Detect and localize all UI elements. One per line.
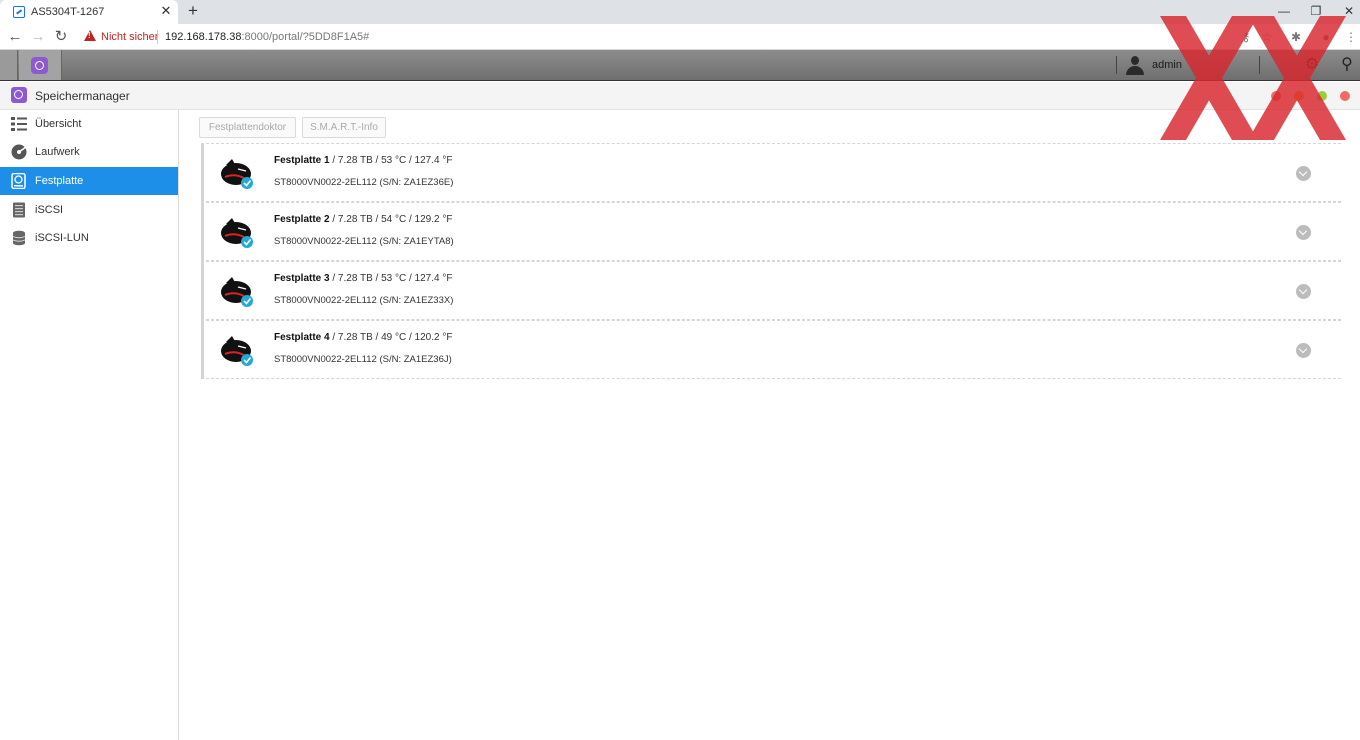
nas-favicon-icon bbox=[13, 6, 25, 18]
window-title: Speichermanager bbox=[35, 89, 130, 103]
star-icon[interactable]: ☆ bbox=[1259, 29, 1275, 45]
disk-row[interactable]: Festplatte 3 / 7.28 TB / 53 °C / 127.4 °… bbox=[201, 261, 1341, 320]
browser-toolbar: ← → ↻ Nicht sicher 192.168.178.38:8000/p… bbox=[0, 24, 1360, 50]
overview-icon bbox=[11, 117, 27, 131]
disk-details: / 7.28 TB / 53 °C / 127.4 °F bbox=[329, 155, 453, 166]
sidebar-item-iscsi[interactable]: iSCSI bbox=[0, 196, 178, 224]
window-restore-button[interactable]: ❐ bbox=[1306, 2, 1326, 20]
key-icon[interactable]: ⚷ bbox=[1238, 29, 1254, 45]
disk-model: ST8000VN0022-2EL112 (S/N: ZA1EYTA8) bbox=[274, 236, 454, 247]
user-name[interactable]: admin bbox=[1152, 59, 1182, 71]
browser-tabstrip: AS5304T-1267 ✕ + — ❐ ✕ bbox=[0, 0, 1360, 24]
sidebar-item-label: iSCSI bbox=[35, 204, 64, 216]
window-close-dot[interactable] bbox=[1340, 91, 1350, 101]
search-icon[interactable]: ⚲ bbox=[1337, 55, 1357, 75]
chevron-down-icon[interactable] bbox=[1296, 343, 1311, 358]
sidebar: Übersicht Laufwerk Festplatte iSCSI iSCS… bbox=[0, 110, 179, 740]
sidebar-item-label: Laufwerk bbox=[35, 146, 80, 158]
disk-row[interactable]: Festplatte 4 / 7.28 TB / 49 °C / 120.2 °… bbox=[201, 320, 1341, 379]
window-close-button[interactable]: ✕ bbox=[1339, 2, 1359, 20]
disk-row[interactable]: Festplatte 2 / 7.28 TB / 54 °C / 129.2 °… bbox=[201, 202, 1341, 261]
forward-arrow-icon[interactable]: → bbox=[28, 27, 48, 47]
chevron-down-icon[interactable] bbox=[1296, 166, 1311, 181]
disk-details: / 7.28 TB / 49 °C / 120.2 °F bbox=[329, 332, 453, 343]
taskbar-divider bbox=[1259, 56, 1260, 74]
sidebar-item-label: Übersicht bbox=[35, 118, 82, 130]
sidebar-item-label: iSCSI-LUN bbox=[35, 232, 89, 244]
back-arrow-icon[interactable]: ← bbox=[5, 27, 25, 47]
sidebar-item-label: Festplatte bbox=[35, 175, 84, 187]
disk-name: Festplatte 3 bbox=[274, 273, 330, 284]
user-icon[interactable] bbox=[1126, 56, 1144, 75]
sidebar-item-disk[interactable]: Festplatte bbox=[0, 167, 178, 195]
warning-icon[interactable] bbox=[84, 30, 96, 41]
disk-icon bbox=[11, 173, 26, 189]
seagate-ironwolf-disk-icon bbox=[221, 159, 253, 189]
disk-title: Festplatte 3 / 7.28 TB / 53 °C / 127.4 °… bbox=[274, 273, 452, 284]
seagate-ironwolf-disk-icon bbox=[221, 277, 253, 307]
disk-model: ST8000VN0022-2EL112 (S/N: ZA1EZ33X) bbox=[274, 295, 454, 306]
window-maximize-dot[interactable] bbox=[1317, 91, 1327, 101]
tab-close-icon[interactable]: ✕ bbox=[158, 3, 174, 19]
disk-details: / 7.28 TB / 53 °C / 127.4 °F bbox=[329, 273, 453, 284]
seagate-ironwolf-disk-icon bbox=[221, 336, 253, 366]
taskbar-start[interactable] bbox=[0, 50, 18, 80]
taskbar-divider bbox=[1116, 56, 1117, 74]
disk-name: Festplatte 4 bbox=[274, 332, 330, 343]
smart-info-button[interactable]: S.M.A.R.T.-Info bbox=[302, 117, 386, 138]
chevron-down-icon[interactable] bbox=[1296, 225, 1311, 240]
storage-manager-taskbar-button[interactable] bbox=[19, 50, 62, 80]
menu-icon[interactable]: ⋮ bbox=[1343, 29, 1359, 45]
disk-details: / 7.28 TB / 54 °C / 129.2 °F bbox=[329, 214, 453, 225]
lun-icon bbox=[12, 230, 26, 246]
browser-tab[interactable]: AS5304T-1267 ✕ bbox=[0, 0, 178, 24]
disk-model: ST8000VN0022-2EL112 (S/N: ZA1EZ36E) bbox=[274, 177, 454, 188]
disk-title: Festplatte 2 / 7.28 TB / 54 °C / 129.2 °… bbox=[274, 214, 452, 225]
url-separator bbox=[157, 30, 158, 44]
window-dot-orange[interactable] bbox=[1294, 91, 1304, 101]
disk-title: Festplatte 4 / 7.28 TB / 49 °C / 120.2 °… bbox=[274, 332, 452, 343]
reload-icon[interactable]: ↻ bbox=[51, 27, 71, 47]
sidebar-item-overview[interactable]: Übersicht bbox=[0, 110, 178, 138]
window-dot-red[interactable] bbox=[1271, 91, 1281, 101]
sidebar-item-volume[interactable]: Laufwerk bbox=[0, 138, 178, 166]
adm-taskbar: admin ⚙ ⚲ bbox=[0, 50, 1360, 81]
disk-name: Festplatte 2 bbox=[274, 214, 330, 225]
chevron-down-icon[interactable] bbox=[1296, 284, 1311, 299]
profile-icon[interactable]: ● bbox=[1318, 29, 1334, 45]
url-path: :8000/portal/?5DD8F1A5# bbox=[241, 31, 370, 43]
window-titlebar: Speichermanager bbox=[0, 82, 1360, 110]
iscsi-icon bbox=[13, 202, 25, 218]
gear-icon[interactable]: ⚙ bbox=[1302, 55, 1322, 75]
url-host: 192.168.178.38 bbox=[165, 31, 242, 43]
disk-model: ST8000VN0022-2EL112 (S/N: ZA1EZ36J) bbox=[274, 354, 452, 365]
new-tab-button[interactable]: + bbox=[184, 2, 202, 20]
sidebar-item-iscsi-lun[interactable]: iSCSI-LUN bbox=[0, 224, 178, 252]
disk-title: Festplatte 1 / 7.28 TB / 53 °C / 127.4 °… bbox=[274, 155, 452, 166]
disk-row[interactable]: Festplatte 1 / 7.28 TB / 53 °C / 127.4 °… bbox=[201, 143, 1341, 202]
storage-manager-icon bbox=[11, 87, 27, 103]
tab-title: AS5304T-1267 bbox=[31, 6, 105, 18]
volume-icon bbox=[11, 144, 27, 160]
extension-icon[interactable]: ✱ bbox=[1288, 29, 1304, 45]
disk-doctor-button[interactable]: Festplattendoktor bbox=[199, 117, 296, 138]
disk-name: Festplatte 1 bbox=[274, 155, 330, 166]
storage-manager-icon bbox=[31, 57, 48, 74]
window-minimize-button[interactable]: — bbox=[1274, 2, 1294, 20]
security-label[interactable]: Nicht sicher bbox=[101, 31, 158, 43]
address-bar[interactable]: 192.168.178.38:8000/portal/?5DD8F1A5# bbox=[165, 31, 369, 43]
seagate-ironwolf-disk-icon bbox=[221, 218, 253, 248]
